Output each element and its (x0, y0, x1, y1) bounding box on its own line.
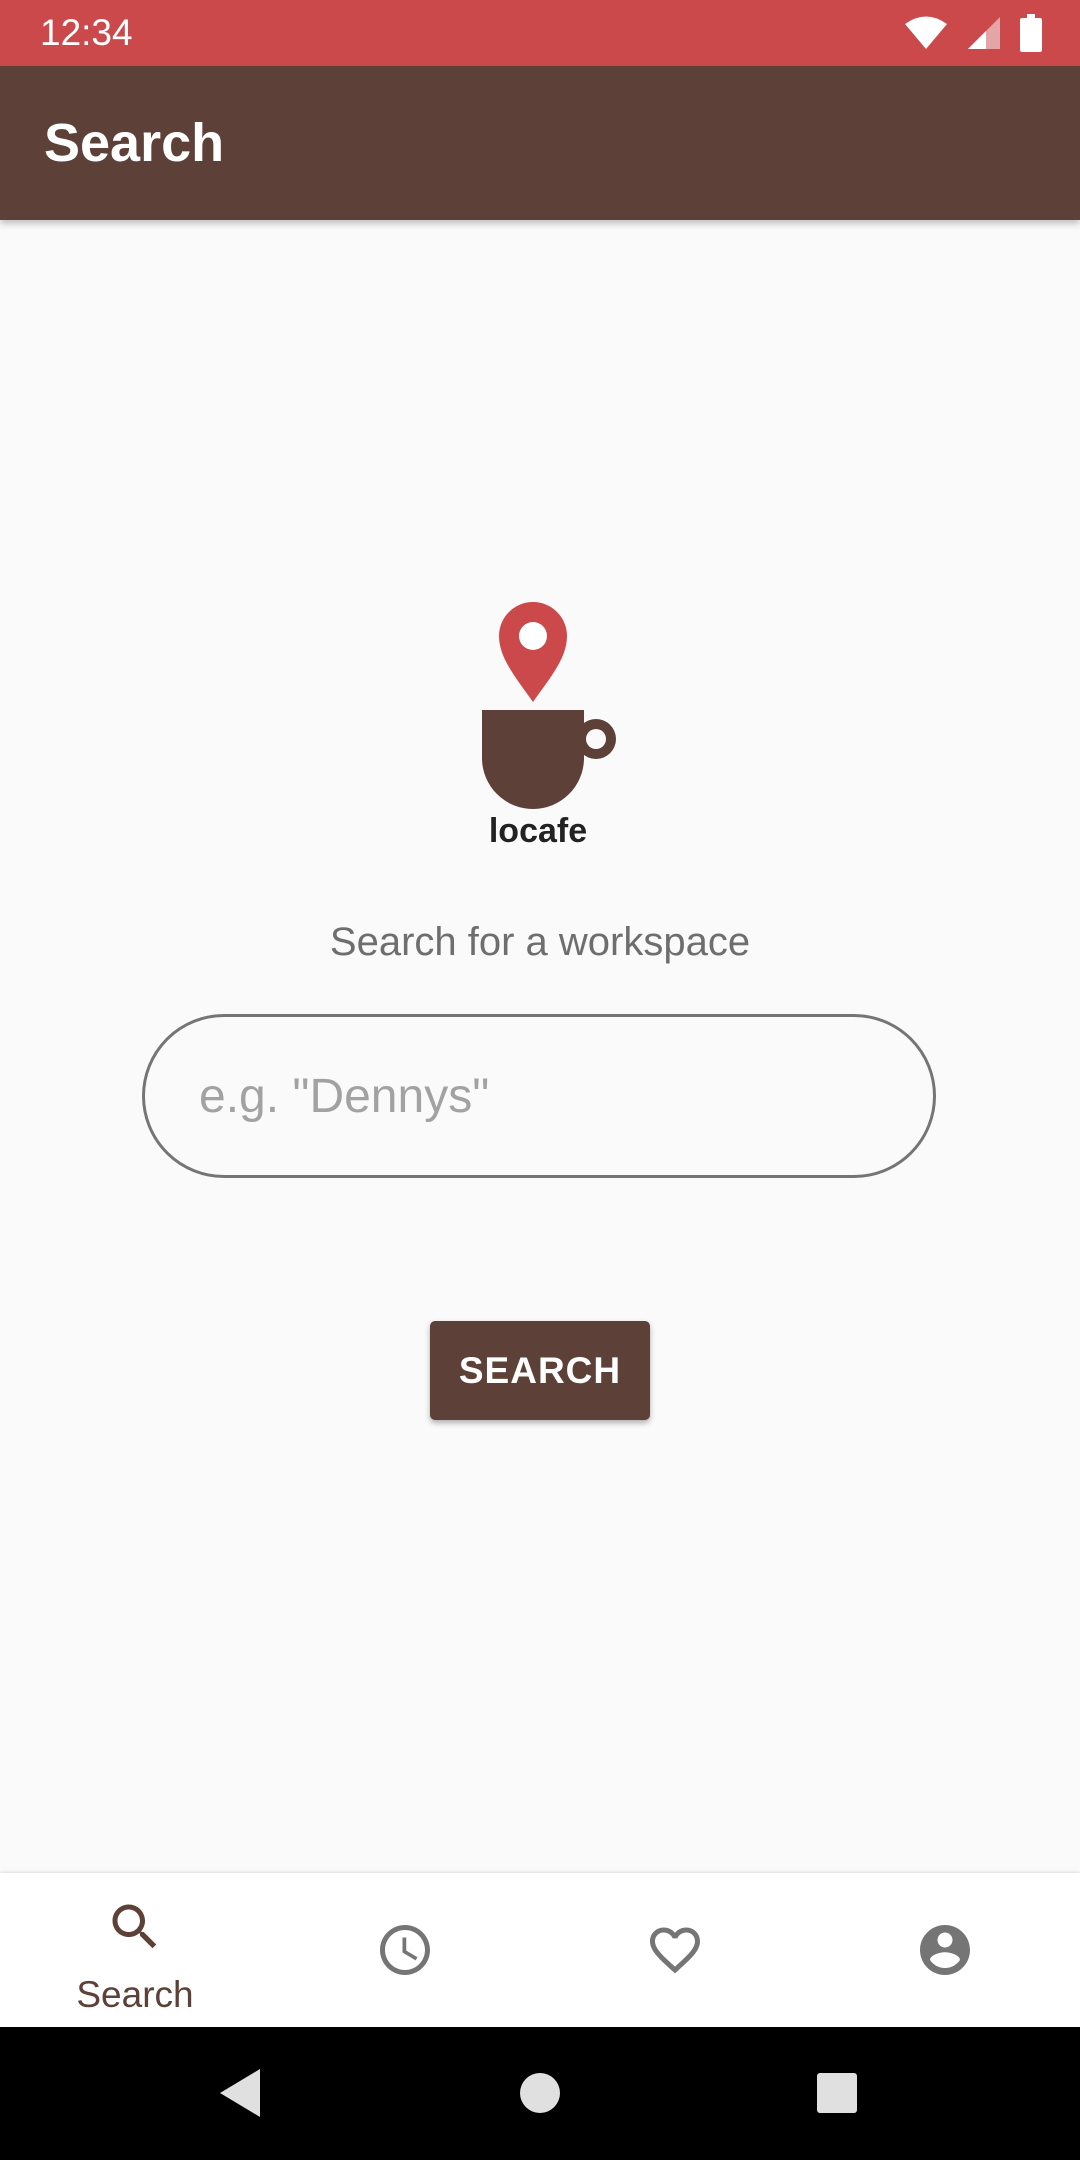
signal-icon (968, 17, 1000, 49)
nav-item-search[interactable]: Search (0, 1873, 270, 2027)
search-input[interactable] (142, 1014, 936, 1178)
history-icon (380, 1925, 430, 1975)
battery-icon (1020, 14, 1042, 52)
screen: 12:34 Search locafe Search for a workspa… (0, 0, 1080, 2160)
bottom-nav: Search (0, 1873, 1080, 2027)
heart-icon (650, 1927, 700, 1974)
search-button[interactable]: SEARCH (430, 1321, 650, 1420)
page-title: Search (44, 113, 225, 173)
system-nav-bar (0, 2027, 1080, 2160)
app-bar: Search (0, 66, 1080, 220)
svg-text:locafe: locafe (489, 812, 587, 850)
nav-item-favorites[interactable] (540, 1873, 810, 2027)
account-icon (920, 1925, 970, 1975)
nav-label-search: Search (76, 1974, 194, 2015)
status-time: 12:34 (40, 12, 133, 53)
recents-icon[interactable] (807, 2063, 867, 2123)
wifi-icon (905, 16, 947, 49)
search-prompt: Search for a workspace (329, 920, 751, 964)
back-icon[interactable] (210, 2063, 270, 2123)
nav-item-history[interactable] (270, 1873, 540, 2027)
status-icons (904, 14, 1042, 52)
nav-item-account[interactable] (810, 1873, 1080, 2027)
status-bar: 12:34 (0, 0, 1080, 66)
search-icon (112, 1904, 157, 1949)
home-icon[interactable] (510, 2063, 570, 2123)
locafe-logo: locafe (482, 602, 616, 850)
